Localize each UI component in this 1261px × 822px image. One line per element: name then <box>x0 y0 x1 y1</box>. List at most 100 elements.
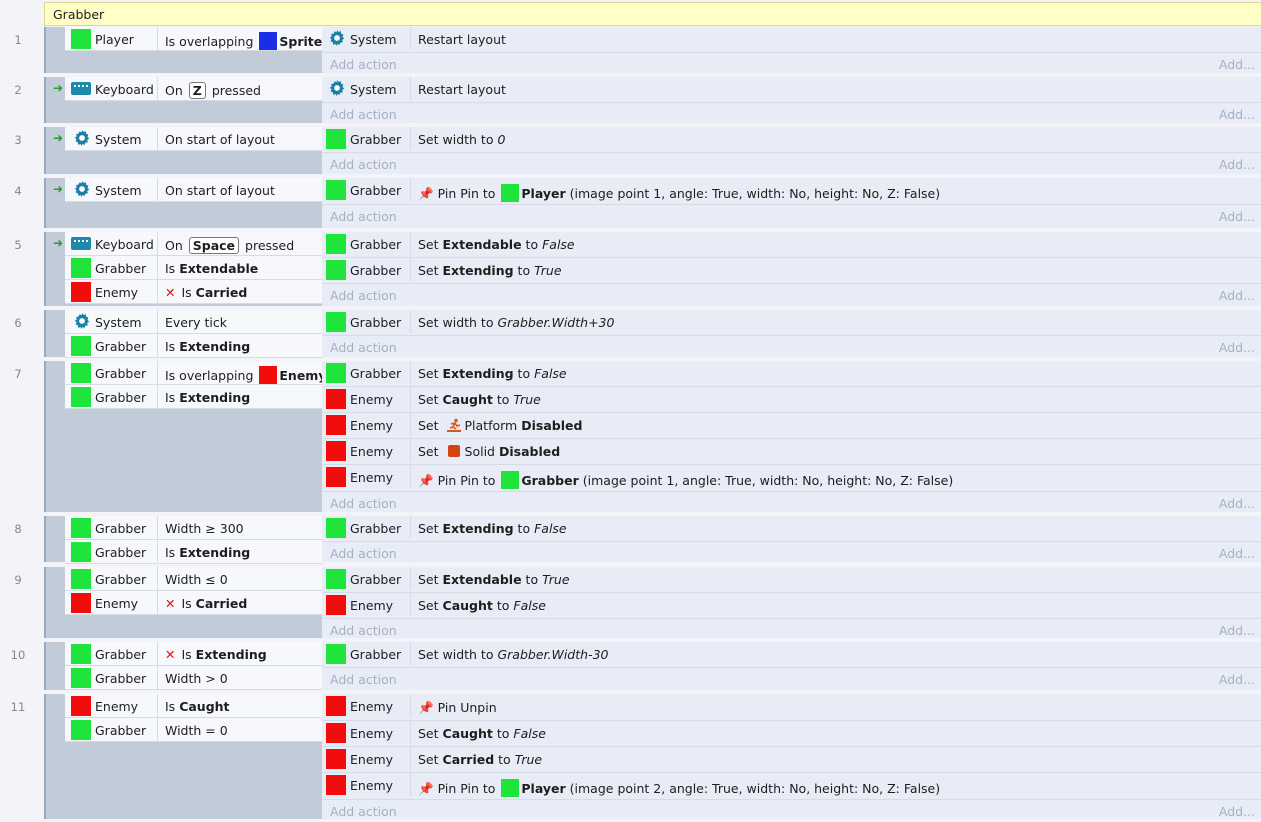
object-cell[interactable]: Enemy <box>326 773 411 796</box>
add-action-row[interactable]: Add action Add... <box>322 336 1261 358</box>
event-row[interactable]: 7 Grabber Is overlapping Enemy Grabber Is Ex… <box>14 361 1261 514</box>
condition-row[interactable]: ➜ System On start of layout <box>53 127 323 151</box>
add-action-link[interactable]: Add action <box>330 157 397 172</box>
object-cell[interactable]: Grabber <box>326 232 411 255</box>
object-cell[interactable]: Grabber <box>71 567 158 590</box>
object-cell[interactable]: Grabber <box>71 718 158 741</box>
action-row[interactable]: Enemy Set Caught to False <box>322 721 1261 747</box>
condition-row[interactable]: Grabber Is Extending <box>65 385 323 409</box>
condition-row[interactable]: Enemy ✕ Is Carried <box>65 280 323 304</box>
object-cell[interactable]: Grabber <box>71 361 158 384</box>
action-row[interactable]: Grabber 📌 Pin Pin to Player (image point 1… <box>322 178 1261 205</box>
object-cell[interactable]: Grabber <box>71 516 158 539</box>
object-cell[interactable]: Enemy <box>71 591 158 614</box>
add-button[interactable]: Add... <box>1219 107 1255 122</box>
object-cell[interactable]: Enemy <box>326 593 411 616</box>
action-row[interactable]: System Restart layout <box>322 77 1261 103</box>
condition-row[interactable]: Grabber Width > 0 <box>65 666 323 690</box>
condition-row[interactable]: ➜ Keyboard On Z pressed <box>53 77 323 101</box>
add-action-link[interactable]: Add action <box>330 209 397 224</box>
action-row[interactable]: Enemy Set Caught to True <box>322 387 1261 413</box>
action-row[interactable]: System Restart layout <box>322 27 1261 53</box>
add-button[interactable]: Add... <box>1219 209 1255 224</box>
action-row[interactable]: Grabber Set width to Grabber.Width-30 <box>322 642 1261 668</box>
object-cell[interactable]: Enemy <box>326 694 411 717</box>
add-action-link[interactable]: Add action <box>330 623 397 638</box>
object-cell[interactable]: Player <box>71 27 158 50</box>
add-action-row[interactable]: Add action Add... <box>322 542 1261 564</box>
add-action-link[interactable]: Add action <box>330 804 397 819</box>
add-action-row[interactable]: Add action Add... <box>322 103 1261 125</box>
object-cell[interactable]: Grabber <box>326 258 411 281</box>
object-cell[interactable]: Grabber <box>71 540 158 563</box>
condition-row[interactable]: System Every tick <box>65 310 323 334</box>
action-row[interactable]: Grabber Set Extending to True <box>322 258 1261 284</box>
action-row[interactable]: Enemy Set Platform Disabled <box>322 413 1261 439</box>
add-action-row[interactable]: Add action Add... <box>322 619 1261 641</box>
action-row[interactable]: Enemy Set Caught to False <box>322 593 1261 619</box>
add-action-link[interactable]: Add action <box>330 57 397 72</box>
add-button[interactable]: Add... <box>1219 288 1255 303</box>
action-row[interactable]: Grabber Set Extending to False <box>322 516 1261 542</box>
add-action-row[interactable]: Add action Add... <box>322 284 1261 306</box>
object-cell[interactable]: Grabber <box>326 516 411 539</box>
object-cell[interactable]: Grabber <box>71 666 158 689</box>
object-cell[interactable]: System <box>71 178 158 201</box>
object-cell[interactable]: System <box>71 127 158 150</box>
object-cell[interactable]: Grabber <box>326 361 411 384</box>
add-action-row[interactable]: Add action Add... <box>322 153 1261 175</box>
action-row[interactable]: Enemy Set Solid Disabled <box>322 439 1261 465</box>
event-group-header[interactable]: Grabber <box>44 2 1261 26</box>
object-cell[interactable]: Enemy <box>71 694 158 717</box>
object-cell[interactable]: Enemy <box>326 721 411 744</box>
add-button[interactable]: Add... <box>1219 340 1255 355</box>
add-action-row[interactable]: Add action Add... <box>322 668 1261 690</box>
object-cell[interactable]: Keyboard <box>71 232 158 255</box>
object-cell[interactable]: Grabber <box>326 310 411 333</box>
object-cell[interactable]: Enemy <box>326 439 411 462</box>
add-button[interactable]: Add... <box>1219 546 1255 561</box>
object-cell[interactable]: Enemy <box>326 413 411 436</box>
condition-row[interactable]: Enemy Is Caught <box>65 694 323 718</box>
event-row[interactable]: 6 System Every tick Grabber Is Extending Grab… <box>14 310 1261 359</box>
object-cell[interactable]: Enemy <box>326 387 411 410</box>
add-button[interactable]: Add... <box>1219 496 1255 511</box>
condition-row[interactable]: Player Is overlapping Sprite <box>65 27 323 51</box>
object-cell[interactable]: Grabber <box>71 385 158 408</box>
add-action-link[interactable]: Add action <box>330 340 397 355</box>
condition-row[interactable]: Grabber Is Extending <box>65 540 323 564</box>
object-cell[interactable]: System <box>71 310 158 333</box>
object-cell[interactable]: Grabber <box>326 642 411 665</box>
add-action-link[interactable]: Add action <box>330 288 397 303</box>
action-row[interactable]: Grabber Set Extending to False <box>322 361 1261 387</box>
condition-row[interactable]: Grabber Is overlapping Enemy <box>65 361 326 385</box>
action-row[interactable]: Enemy 📌 Pin Pin to Grabber (image point 1,… <box>322 465 1261 492</box>
condition-row[interactable]: ➜ System On start of layout <box>53 178 323 202</box>
add-action-link[interactable]: Add action <box>330 546 397 561</box>
add-button[interactable]: Add... <box>1219 804 1255 819</box>
action-row[interactable]: Grabber Set width to 0 <box>322 127 1261 153</box>
event-row[interactable]: 3 ➜ System On start of layout Grabber Set wid… <box>14 127 1261 176</box>
object-cell[interactable]: Grabber <box>71 334 158 357</box>
action-row[interactable]: Grabber Set width to Grabber.Width+30 <box>322 310 1261 336</box>
object-cell[interactable]: Grabber <box>71 642 158 665</box>
object-cell[interactable]: Enemy <box>326 747 411 770</box>
action-row[interactable]: Enemy Set Carried to True <box>322 747 1261 773</box>
event-row[interactable]: 5 ➜ Keyboard On Space pressed Grabber Is Exte… <box>14 232 1261 308</box>
condition-row[interactable]: Grabber ✕ Is Extending <box>65 642 323 666</box>
add-button[interactable]: Add... <box>1219 157 1255 172</box>
add-action-link[interactable]: Add action <box>330 107 397 122</box>
event-row[interactable]: 2 ➜ Keyboard On Z pressed System Restart layo… <box>14 77 1261 125</box>
object-cell[interactable]: Keyboard <box>71 77 158 100</box>
add-action-link[interactable]: Add action <box>330 672 397 687</box>
event-row[interactable]: 8 Grabber Width ≥ 300 Grabber Is Extending Gr… <box>14 516 1261 564</box>
object-cell[interactable]: Enemy <box>326 465 411 488</box>
add-button[interactable]: Add... <box>1219 57 1255 72</box>
event-row[interactable]: 1 Player Is overlapping Sprite System Restar… <box>14 27 1261 75</box>
action-row[interactable]: Grabber Set Extendable to True <box>322 567 1261 593</box>
event-row[interactable]: 9 Grabber Width ≤ 0 Enemy ✕ Is Carried Grabber… <box>14 567 1261 641</box>
action-row[interactable]: Enemy 📌 Pin Unpin <box>322 694 1261 721</box>
object-cell[interactable]: Grabber <box>326 567 411 590</box>
condition-row[interactable]: Grabber Width ≤ 0 <box>65 567 323 591</box>
object-cell[interactable]: System <box>326 27 411 50</box>
